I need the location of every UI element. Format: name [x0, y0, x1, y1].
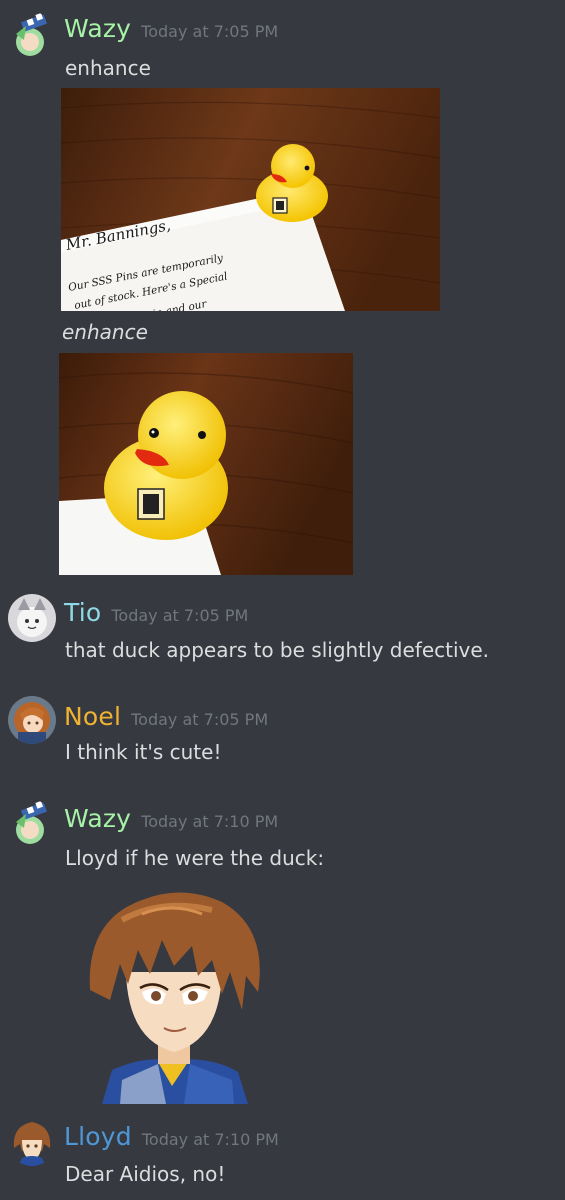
avatar[interactable] — [8, 12, 56, 60]
avatar[interactable] — [8, 1118, 56, 1166]
timestamp: Today at 7:10 PM — [141, 812, 279, 831]
image-attachment[interactable] — [62, 880, 282, 1104]
username[interactable]: Wazy Today at 7:05 PM — [64, 14, 278, 43]
username[interactable]: Tio Today at 7:05 PM — [64, 598, 248, 627]
timestamp: Today at 7:10 PM — [141, 1130, 279, 1149]
image-attachment[interactable] — [59, 353, 353, 575]
timestamp: Today at 7:05 PM — [131, 710, 269, 729]
message-text: Dear Aidios, no! — [65, 1162, 226, 1186]
avatar[interactable] — [8, 594, 56, 642]
username[interactable]: Noel Today at 7:05 PM — [64, 702, 268, 731]
avatar[interactable] — [8, 696, 56, 744]
username[interactable]: Wazy Today at 7:10 PM — [64, 804, 278, 833]
message-text: enhance — [65, 56, 151, 80]
message-text: I think it's cute! — [65, 740, 222, 764]
message-text: Lloyd if he were the duck: — [65, 846, 325, 870]
timestamp: Today at 7:05 PM — [141, 22, 279, 41]
username[interactable]: Lloyd Today at 7:10 PM — [64, 1122, 279, 1151]
image-caption: enhance — [62, 320, 148, 344]
message-text: that duck appears to be slightly defecti… — [65, 638, 490, 662]
avatar[interactable] — [8, 800, 56, 848]
timestamp: Today at 7:05 PM — [111, 606, 249, 625]
image-attachment[interactable]: Mr. Bannings, Our SSS Pins are temporari… — [61, 88, 440, 311]
